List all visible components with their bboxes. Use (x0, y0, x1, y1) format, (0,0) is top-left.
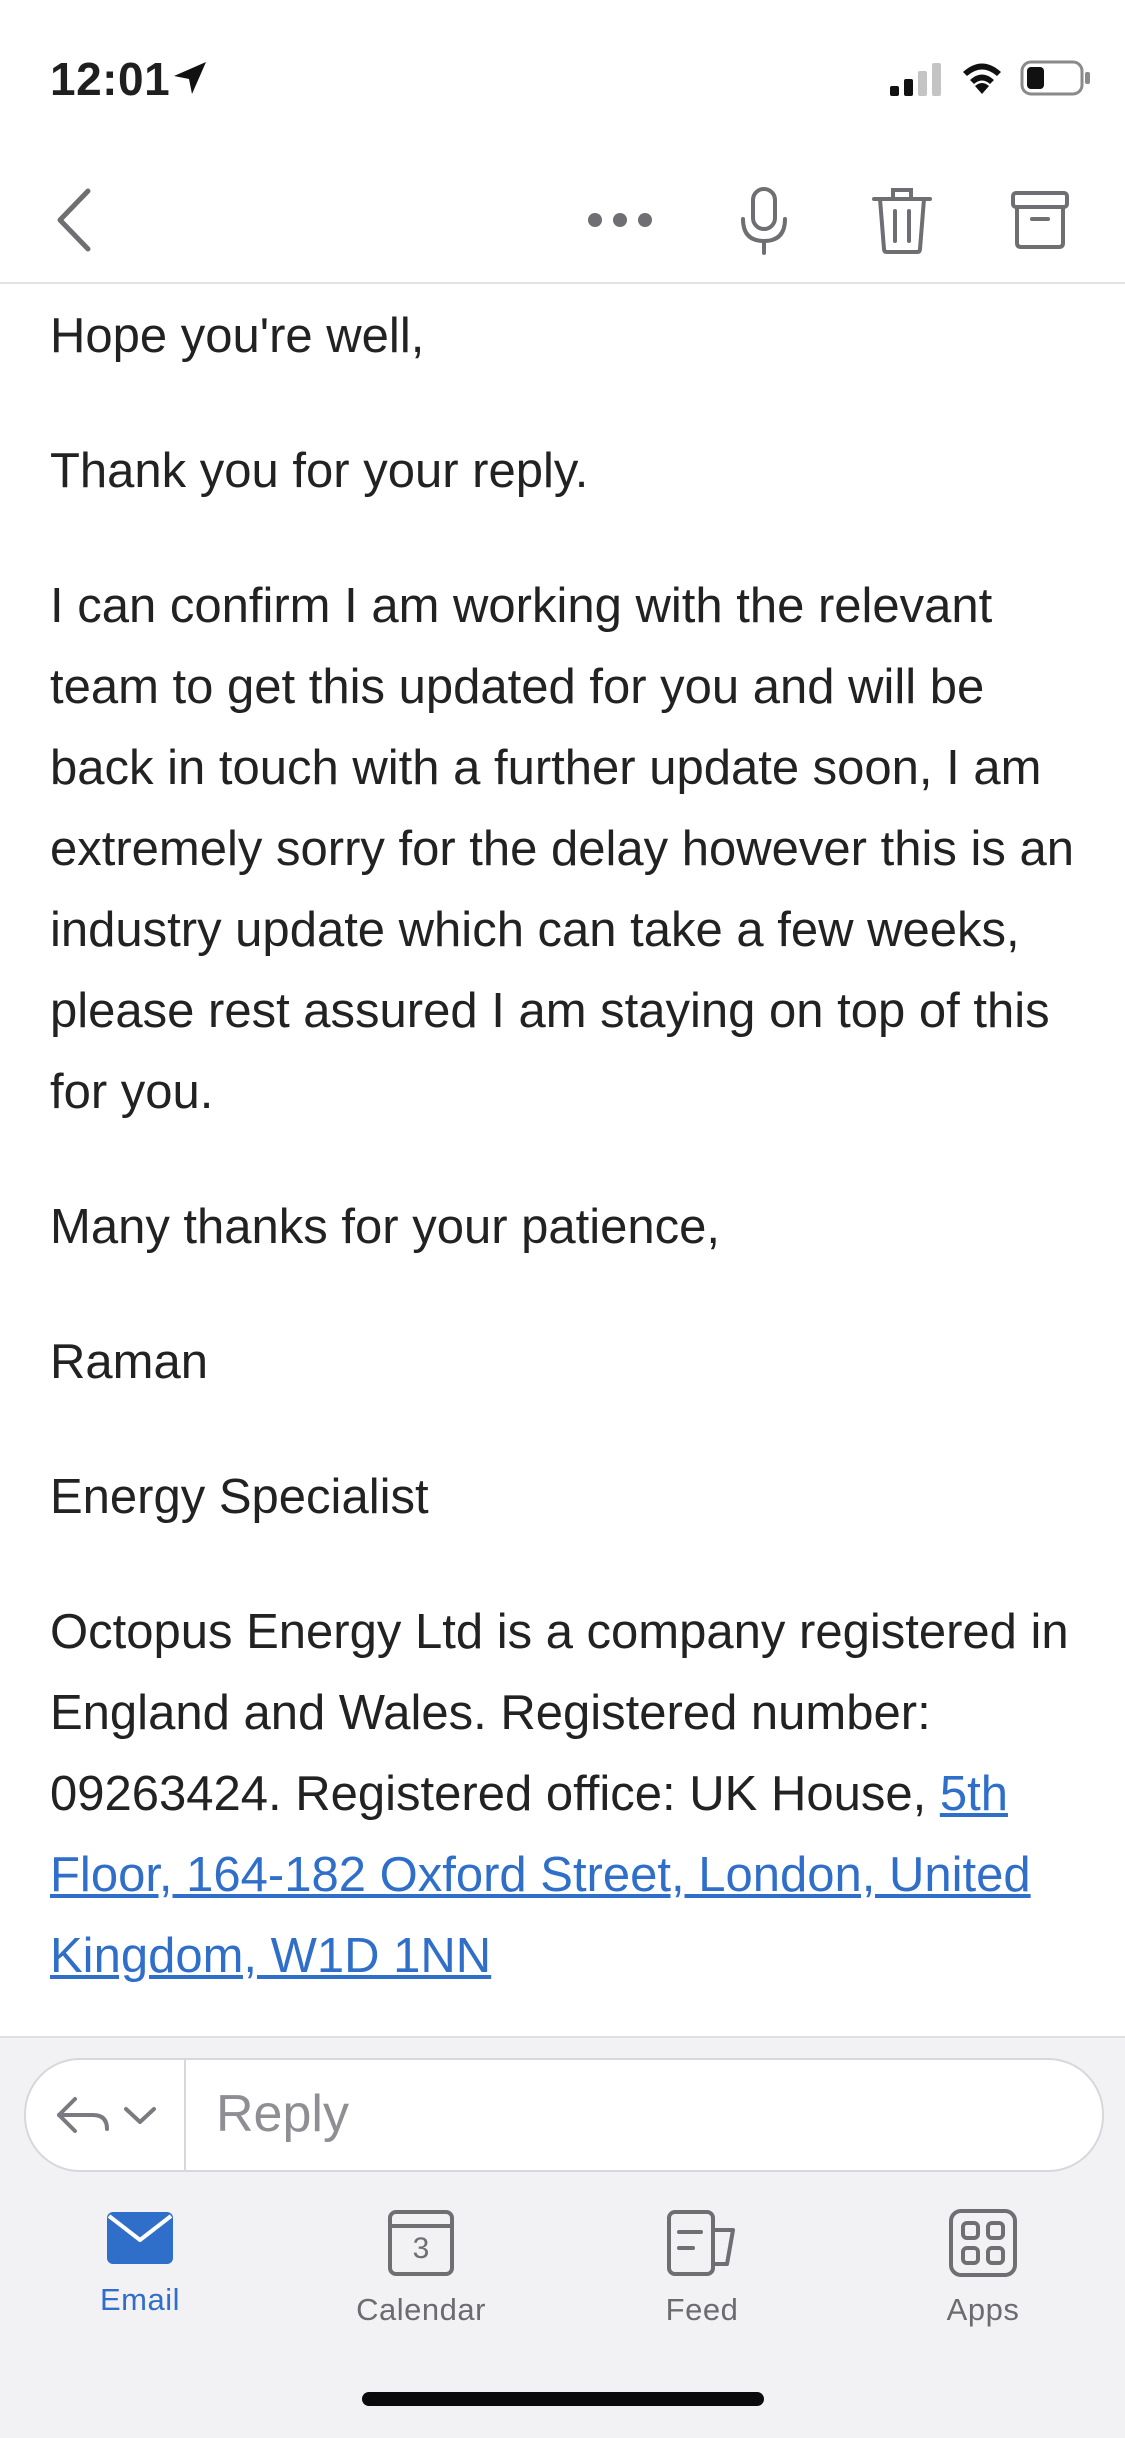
message-body: Hope you're well, Thank you for your rep… (50, 296, 1090, 2036)
tab-feed[interactable]: Feed (602, 2208, 802, 2328)
trash-icon (872, 188, 932, 254)
reply-placeholder: Reply (216, 2085, 349, 2143)
tab-calendar[interactable]: 3 Calendar (321, 2208, 521, 2328)
reply-options-button[interactable] (26, 2060, 186, 2170)
status-time: 12:01 (50, 53, 171, 105)
sender-title: Energy Specialist (50, 1470, 429, 1524)
dictate-button[interactable] (724, 180, 804, 260)
body-paragraph: Thank you for your reply. (50, 444, 589, 498)
calendar-icon-wrap: 3 (386, 2208, 456, 2278)
reply-field[interactable]: Reply (24, 2058, 1104, 2172)
body-paragraph: I can confirm I am working with the rele… (50, 579, 1074, 1119)
apps-grid-icon (949, 2209, 1017, 2277)
message-toolbar (0, 160, 1125, 284)
reply-arrow-icon (57, 2097, 109, 2133)
archive-button[interactable] (1000, 180, 1080, 260)
tab-label: Calendar (356, 2292, 486, 2327)
envelope-icon (107, 2212, 173, 2264)
back-chevron-icon (57, 188, 91, 252)
home-indicator[interactable] (362, 2392, 764, 2406)
cellular-signal-icon (890, 63, 941, 96)
calendar-date-badge: 3 (412, 2232, 430, 2265)
status-bar: 12:01 (0, 0, 1125, 150)
sender-name: Raman (50, 1335, 208, 1389)
more-icon (588, 213, 652, 227)
tab-email[interactable]: Email (40, 2208, 240, 2318)
greeting-line: Hope you're well, (50, 309, 425, 363)
back-button[interactable] (34, 180, 114, 260)
more-button[interactable] (580, 180, 660, 260)
wifi-icon (963, 63, 1001, 94)
tab-label: Feed (665, 2292, 739, 2327)
company-footer: Octopus Energy Ltd is a company register… (50, 1592, 1090, 1997)
microphone-icon (741, 187, 787, 255)
tab-apps[interactable]: Apps (883, 2208, 1083, 2328)
footer-text: Octopus Energy Ltd is a company register… (50, 1605, 1069, 1821)
delete-button[interactable] (862, 180, 942, 260)
tab-label: Apps (946, 2292, 1020, 2327)
tab-label: Email (99, 2282, 180, 2317)
sign-off-line: Many thanks for your patience, (50, 1200, 721, 1254)
battery-icon (1020, 60, 1090, 96)
bottom-bar: Reply Email 3 Calendar Feed Apps (0, 2036, 1125, 2438)
feed-icon (667, 2210, 735, 2276)
location-arrow-icon (174, 62, 206, 94)
archive-icon (1011, 191, 1069, 249)
chevron-down-icon (124, 2107, 156, 2124)
